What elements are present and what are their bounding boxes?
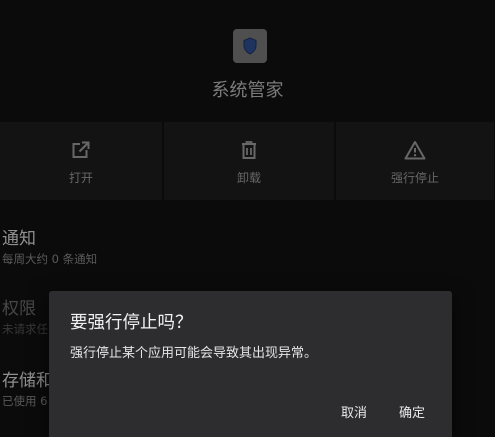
trash-icon [238,139,260,161]
app-icon [233,29,267,63]
open-external-icon [70,139,92,161]
confirm-button[interactable]: 确定 [399,402,425,421]
app-name: 系统管家 [211,80,284,101]
open-label: 打开 [68,171,93,185]
storage-title: 存储和 [2,371,53,391]
notifications-section[interactable]: 通知 每周大约 0 条通知 [2,224,97,267]
dialog-message: 强行停止某个应用可能会导致其出现异常。 [70,346,318,361]
force-stop-label: 强行停止 [390,171,439,185]
permissions-section[interactable]: 权限 未请求任 [2,294,48,337]
notifications-subtitle: 每周大约 0 条通知 [2,252,98,266]
uninstall-label: 卸载 [236,171,261,185]
force-stop-button[interactable]: 强行停止 [336,122,494,200]
app-info-page: 系统管家 打开 卸载 强行停止 通知 每周大约 0 条通知 权限 未请求任 存储… [0,0,495,437]
warning-icon [404,139,426,161]
notifications-title: 通知 [2,229,36,249]
force-stop-dialog: 要强行停止吗？ 强行停止某个应用可能会导致其出现异常。 取消 确定 [49,291,452,437]
cancel-button[interactable]: 取消 [341,402,367,421]
action-row: 打开 卸载 强行停止 [0,122,495,200]
uninstall-button[interactable]: 卸载 [164,122,334,200]
shield-icon [243,37,257,55]
permissions-title: 权限 [2,299,36,319]
storage-section[interactable]: 存储和 已使用 6 [2,366,53,409]
dialog-title: 要强行停止吗？ [70,313,193,333]
open-button[interactable]: 打开 [0,122,162,200]
permissions-subtitle: 未请求任 [2,322,48,336]
storage-subtitle: 已使用 6 [2,394,48,408]
